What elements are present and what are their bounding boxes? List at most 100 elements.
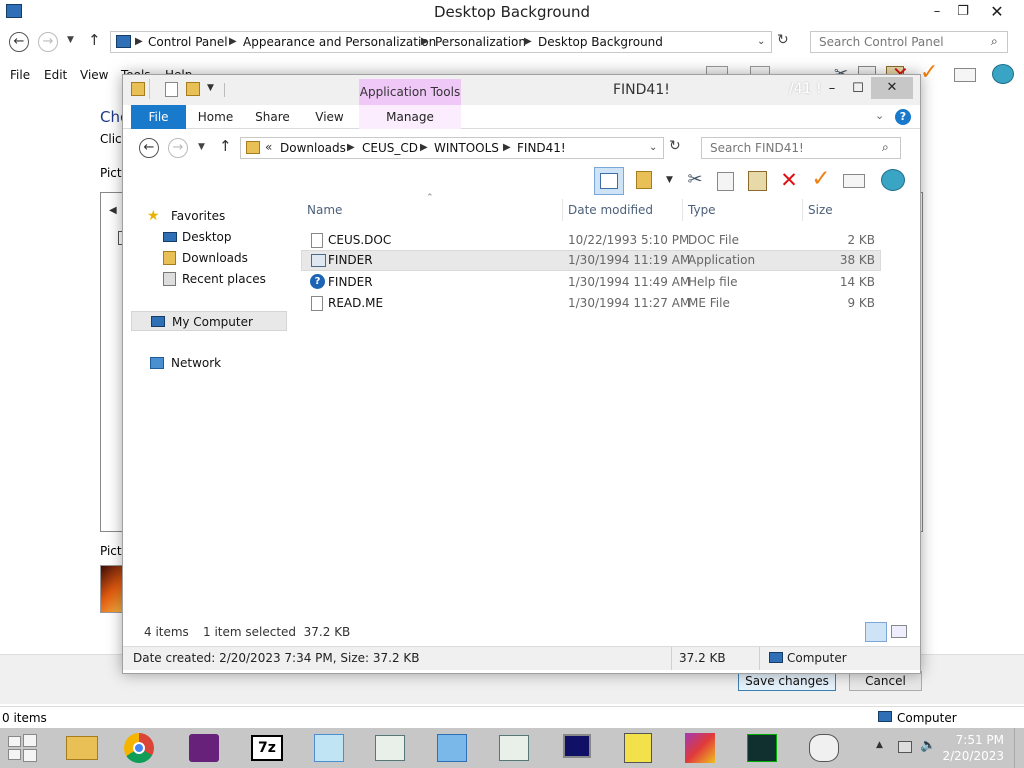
ribbon-expand-icon[interactable]: ⌄: [875, 109, 884, 122]
volume-icon[interactable]: 🔈: [920, 738, 936, 753]
menu-file[interactable]: File: [10, 68, 30, 82]
terminal-app-icon[interactable]: [738, 730, 786, 766]
checkmark-icon[interactable]: ✓: [920, 60, 938, 85]
back-button[interactable]: ←: [9, 32, 29, 52]
shell-icon[interactable]: [881, 169, 905, 191]
forward-button[interactable]: →: [38, 32, 58, 52]
nav-favorites[interactable]: ★ Favorites: [147, 206, 287, 226]
clock-date[interactable]: 2/20/2023: [940, 749, 1004, 763]
ghost-title: /41 !: [789, 81, 822, 97]
control-panel-icon[interactable]: [428, 730, 476, 766]
column-header-size[interactable]: Size: [808, 203, 833, 217]
explorer-back-button[interactable]: ←: [139, 138, 159, 158]
7zip-icon[interactable]: 7z: [243, 730, 291, 766]
breadcrumb-overflow[interactable]: «: [265, 140, 272, 154]
expand-arrow-icon[interactable]: ◀: [109, 205, 117, 216]
shell-icon[interactable]: [992, 64, 1014, 84]
column-header-type[interactable]: Type: [688, 203, 716, 217]
close-button[interactable]: ✕: [976, 2, 1018, 22]
column-header-name[interactable]: Name: [307, 203, 342, 217]
new-folder-icon[interactable]: [186, 82, 200, 96]
network-status-icon[interactable]: [898, 741, 912, 753]
maximize-button[interactable]: ❐: [950, 2, 976, 22]
remote-desktop-icon[interactable]: [305, 730, 353, 766]
explorer-close-button[interactable]: ✕: [871, 77, 913, 99]
nav-downloads[interactable]: Downloads: [161, 248, 287, 268]
cancel-button[interactable]: Cancel: [849, 671, 922, 691]
show-desktop-button[interactable]: [1014, 728, 1024, 768]
chevron-down-icon[interactable]: ⌄: [649, 142, 657, 153]
show-hidden-icons-icon[interactable]: ▲: [876, 740, 883, 750]
start-button[interactable]: [8, 734, 38, 762]
tab-manage[interactable]: Manage: [359, 105, 461, 129]
save-changes-button[interactable]: Save changes: [738, 671, 836, 691]
recent-dropdown-icon[interactable]: ▼: [67, 35, 74, 45]
nav-desktop[interactable]: Desktop: [161, 227, 287, 247]
breadcrumb-personalization[interactable]: Personalization: [435, 35, 526, 49]
disk-app-icon[interactable]: [800, 730, 848, 766]
chrome-icon[interactable]: [115, 730, 163, 766]
explorer-recent-dropdown-icon[interactable]: ▼: [198, 142, 205, 152]
paint-app-icon[interactable]: [676, 730, 724, 766]
delete-icon[interactable]: ✕: [777, 168, 801, 192]
breadcrumb-downloads[interactable]: Downloads: [280, 141, 346, 155]
file-row[interactable]: READ.ME 1/30/1994 11:27 AM ME File 9 KB: [301, 293, 881, 314]
nav-my-computer[interactable]: My Computer: [131, 311, 287, 331]
breadcrumb-wintools[interactable]: WINTOOLS: [434, 141, 499, 155]
breadcrumb-control-panel[interactable]: Control Panel: [148, 35, 228, 49]
tab-file[interactable]: File: [131, 105, 186, 129]
star-icon: ★: [147, 208, 160, 224]
properties-folder-icon[interactable]: [636, 171, 652, 189]
chevron-down-icon[interactable]: ⌄: [757, 36, 765, 47]
customize-quick-access-icon[interactable]: ▼: [207, 83, 214, 93]
explorer-up-button[interactable]: ↑: [219, 137, 232, 155]
window-app-icon[interactable]: [366, 730, 414, 766]
properties-icon[interactable]: [165, 82, 178, 97]
paste-icon[interactable]: [748, 171, 767, 191]
details-view-button[interactable]: [865, 622, 887, 642]
breadcrumb-ceus-cd[interactable]: CEUS_CD: [362, 141, 418, 155]
bg-status-computer: Computer: [897, 711, 957, 725]
explorer-forward-button[interactable]: →: [168, 138, 188, 158]
column-header-date[interactable]: Date modified: [568, 203, 653, 217]
breadcrumb-appearance[interactable]: Appearance and Personalization: [243, 35, 436, 49]
dropdown-arrow-icon[interactable]: ▼: [666, 175, 673, 185]
bg-search-input[interactable]: Search Control Panel ⌕: [810, 31, 1008, 53]
tab-home[interactable]: Home: [193, 105, 238, 129]
menu-edit[interactable]: Edit: [44, 68, 67, 82]
bg-address-bar[interactable]: ▶ Control Panel ▶ Appearance and Persona…: [110, 31, 772, 53]
explorer-maximize-button[interactable]: ☐: [845, 79, 871, 99]
cut-icon[interactable]: ✂: [683, 168, 707, 192]
rename-icon[interactable]: [843, 174, 865, 188]
file-explorer-icon[interactable]: [58, 730, 106, 766]
rename-icon[interactable]: [954, 68, 976, 82]
preview-pane-button[interactable]: [594, 167, 624, 195]
explorer-refresh-icon[interactable]: ↻: [669, 138, 681, 154]
up-button[interactable]: ↑: [88, 31, 101, 49]
visual-studio-icon[interactable]: [180, 730, 228, 766]
window-app-icon[interactable]: [490, 730, 538, 766]
monitor-app-icon[interactable]: [553, 730, 601, 766]
help-icon[interactable]: ?: [895, 109, 911, 125]
floppy-app-icon[interactable]: [614, 730, 662, 766]
minimize-button[interactable]: –: [924, 2, 950, 22]
file-row[interactable]: FINDER 1/30/1994 11:19 AM Application 38…: [301, 250, 881, 271]
explorer-status-bar: 4 items 1 item selected 37.2 KB: [123, 621, 920, 645]
explorer-minimize-button[interactable]: –: [819, 79, 845, 99]
refresh-icon[interactable]: ↻: [777, 32, 789, 48]
nav-recent-places[interactable]: Recent places: [161, 269, 287, 289]
explorer-search-input[interactable]: Search FIND41! ⌕: [701, 137, 901, 159]
copy-icon[interactable]: [717, 172, 734, 191]
clock-time[interactable]: 7:51 PM: [940, 733, 1004, 747]
tab-share[interactable]: Share: [250, 105, 295, 129]
breadcrumb-find41[interactable]: FIND41!: [517, 141, 566, 155]
large-icons-view-button[interactable]: [891, 625, 907, 638]
explorer-address-bar[interactable]: « Downloads ▶ CEUS_CD ▶ WINTOOLS ▶ FIND4…: [240, 137, 664, 159]
file-row[interactable]: CEUS.DOC 10/22/1993 5:10 PM DOC File 2 K…: [301, 230, 881, 251]
nav-network[interactable]: Network: [147, 353, 287, 373]
tab-view[interactable]: View: [307, 105, 352, 129]
menu-view[interactable]: View: [80, 68, 108, 82]
checkmark-icon[interactable]: ✓: [809, 167, 833, 191]
file-row[interactable]: ? FINDER 1/30/1994 11:49 AM Help file 14…: [301, 272, 881, 293]
breadcrumb-desktop-background[interactable]: Desktop Background: [538, 35, 663, 49]
